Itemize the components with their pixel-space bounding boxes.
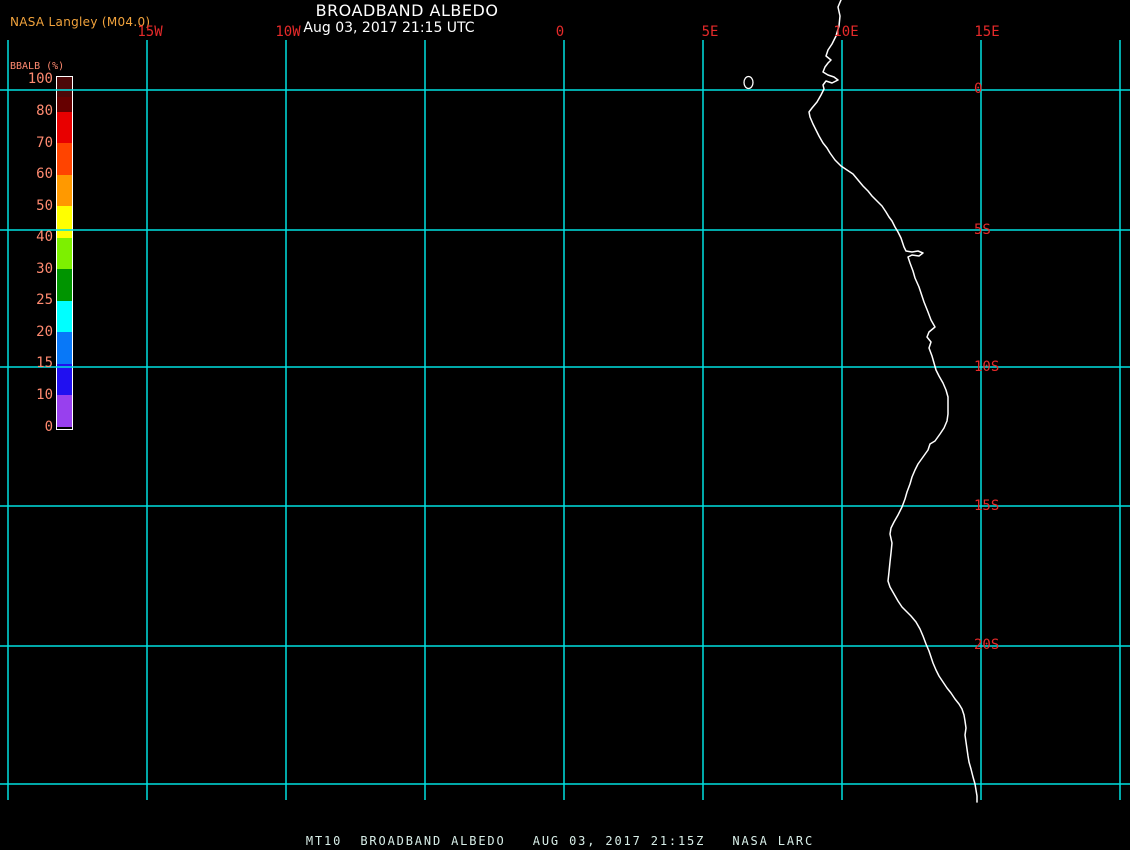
colorbar-tick-label: 70 — [36, 134, 53, 151]
colorbar-tick-label: 0 — [44, 418, 53, 435]
colorbar-tick-label: 40 — [36, 229, 53, 246]
colorbar-tick-label: 15 — [36, 355, 53, 372]
colorbar-tick-label: 30 — [36, 260, 53, 277]
latitude-tick-label: 5S — [974, 222, 991, 238]
albedo-map-view: NASA Langley (M04.0) BROADBAND ALBEDO Au… — [0, 0, 1130, 850]
island-outline — [743, 75, 754, 90]
longitude-tick-label: 10E — [833, 24, 859, 40]
colorbar-tick-label: 20 — [36, 323, 53, 340]
footer-caption: MT10 BROADBAND ALBEDO AUG 03, 2017 21:15… — [305, 834, 815, 848]
colorbar-tick-label: 60 — [36, 166, 53, 183]
longitude-tick-label: 15W — [137, 24, 163, 40]
longitude-tick-label: 0 — [555, 24, 565, 40]
longitude-tick-label: 15E — [974, 24, 1000, 40]
coastline-path — [808, 0, 978, 803]
map-svg — [0, 0, 1130, 803]
colorbar-tick-label: 10 — [36, 386, 53, 403]
colorbar-tick-label: 100 — [27, 70, 53, 87]
latitude-tick-label: 20S — [974, 637, 1000, 653]
longitude-tick-label: 10W — [275, 24, 301, 40]
longitude-tick-label: 5E — [701, 24, 719, 40]
latitude-tick-label: 0 — [974, 81, 983, 97]
latitude-tick-label: 10S — [974, 359, 1000, 375]
colorbar-tick-label: 50 — [36, 197, 53, 214]
colorbar-tick-label: 25 — [36, 292, 53, 309]
latitude-tick-label: 15S — [974, 498, 1000, 514]
colorbar-tick-label: 80 — [36, 103, 53, 120]
